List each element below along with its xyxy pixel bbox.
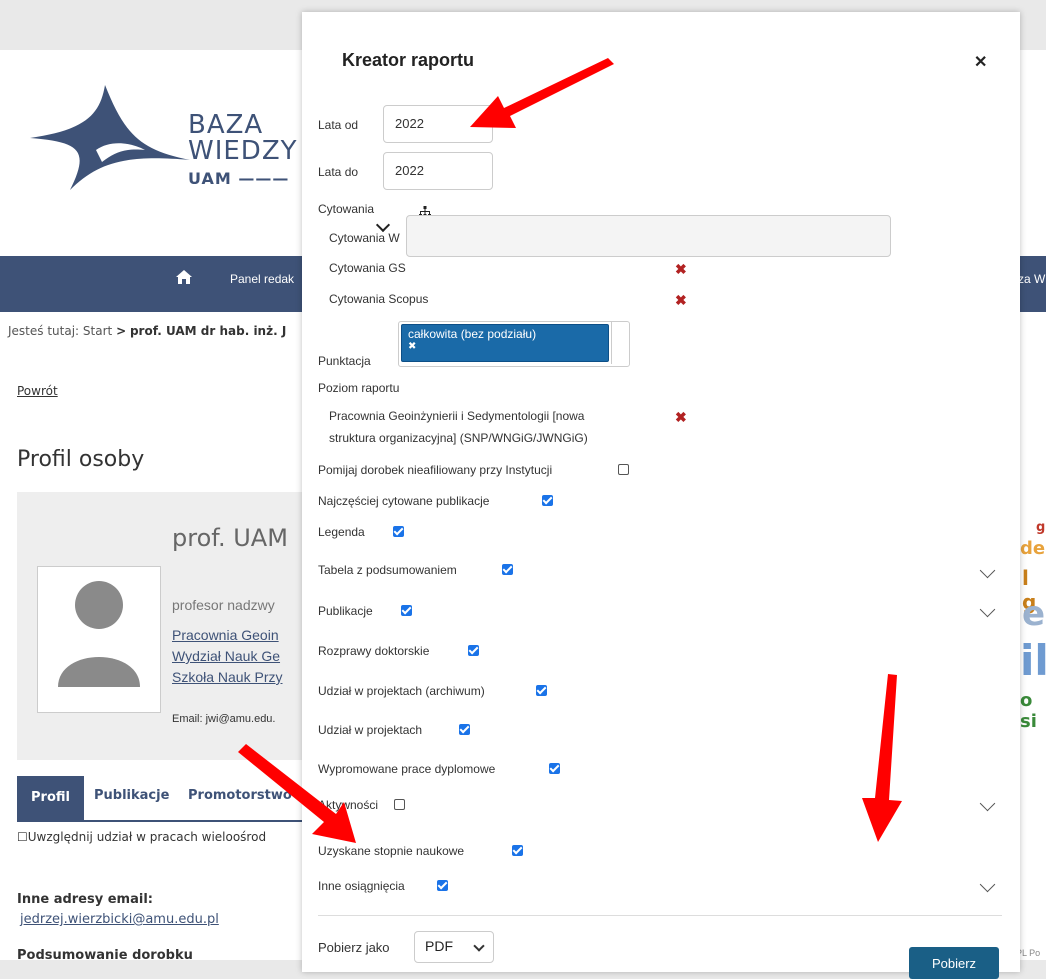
option-checkbox[interactable] — [536, 685, 547, 696]
years-from-input[interactable]: 2022 — [383, 105, 493, 143]
format-select[interactable]: PDF — [414, 931, 494, 963]
option-checkbox[interactable] — [401, 605, 412, 616]
word-cloud-item: g — [1036, 520, 1046, 535]
modal-footer-divider — [318, 915, 1002, 916]
page-title: Profil osoby — [17, 447, 145, 472]
remove-report-level-icon[interactable]: ✖ — [675, 409, 687, 426]
citations-label: Cytowania — [318, 202, 375, 216]
years-to-input[interactable]: 2022 — [383, 152, 493, 190]
logo-line3: UAM ——— — [188, 169, 290, 188]
home-icon[interactable] — [176, 270, 192, 289]
nav-panel-link[interactable]: Panel redak — [230, 272, 294, 286]
option-checkbox[interactable] — [393, 526, 404, 537]
option-checkbox[interactable] — [394, 799, 405, 810]
baza-wiedzy-logo — [30, 85, 190, 190]
chevron-down-icon[interactable] — [979, 562, 996, 579]
points-label: Punktacja — [318, 354, 371, 368]
citations-item-w: Cytowania W — [329, 231, 400, 245]
profile-unit-link-3[interactable]: Szkoła Nauk Przy — [172, 669, 282, 685]
profile-email[interactable]: Email: jwi@amu.edu. — [172, 713, 275, 725]
word-cloud-item: o si — [1020, 690, 1037, 732]
option-label: Udział w projektach (archiwum) — [318, 684, 485, 698]
report-creator-modal: Kreator raportu ✕ Lata od 2022 Lata do 2… — [302, 12, 1020, 979]
citations-search-input[interactable] — [406, 215, 891, 257]
modal-title: Kreator raportu — [342, 50, 475, 70]
option-label: Udział w projektach — [318, 723, 423, 737]
avatar — [37, 566, 161, 713]
word-cloud-item: dep — [1020, 538, 1046, 559]
option-checkbox[interactable] — [618, 464, 629, 475]
option-label: Publikacje — [318, 604, 373, 618]
tab-publikacje[interactable]: Publikacje — [94, 788, 169, 803]
chevron-down-icon[interactable] — [979, 601, 996, 618]
option-label: Aktywności — [318, 798, 379, 812]
tab-profil[interactable]: Profil — [17, 776, 84, 820]
option-checkbox[interactable] — [468, 645, 479, 656]
logo-text: BAZA WIEDZY UAM ——— — [188, 112, 298, 192]
remove-citations-gs-icon[interactable]: ✖ — [675, 261, 687, 278]
word-cloud-item: il — [1020, 636, 1046, 685]
option-checkbox[interactable] — [512, 845, 523, 856]
chevron-down-icon[interactable] — [979, 876, 996, 893]
nav-right-link[interactable]: za W — [1018, 272, 1045, 286]
points-select[interactable]: całkowita (bez podziału) ✖ — [398, 321, 630, 367]
option-checkbox[interactable] — [459, 724, 470, 735]
download-as-label: Pobierz jako — [318, 940, 390, 955]
option-checkbox[interactable] — [437, 880, 448, 891]
profile-tabs: Profil Publikacje Promotorstwo — [17, 776, 337, 822]
logo-line2: WIEDZY — [188, 136, 298, 166]
option-label: Najczęściej cytowane publikacje — [318, 494, 490, 508]
profile-position: profesor nadzwy — [172, 597, 275, 613]
tag-remove-icon[interactable]: ✖ — [408, 342, 602, 352]
option-label: Uzyskane stopnie naukowe — [318, 844, 465, 858]
profile-name: prof. UAM — [172, 524, 288, 552]
breadcrumb: Jesteś tutaj: Start > prof. UAM dr hab. … — [8, 324, 287, 338]
other-email-link[interactable]: jedrzej.wierzbicki@amu.edu.pl — [20, 912, 219, 927]
other-emails-label: Inne adresy email: — [17, 892, 153, 907]
chevron-down-icon[interactable] — [979, 795, 996, 812]
breadcrumb-start[interactable]: Start — [83, 324, 112, 338]
years-from-label: Lata od — [318, 118, 359, 132]
option-label: Legenda — [318, 525, 365, 539]
tab-promotorstwo[interactable]: Promotorstwo — [188, 788, 292, 803]
option-checkbox[interactable] — [549, 763, 560, 774]
profile-unit-link-1[interactable]: Pracownia Geoin — [172, 627, 279, 643]
word-cloud-item: e — [1022, 594, 1046, 634]
option-label: Pomijaj dorobek nieafiliowany przy Insty… — [318, 463, 553, 477]
summary-label: Podsumowanie dorobku — [17, 948, 193, 960]
citations-item-gs: Cytowania GS — [329, 261, 406, 275]
close-icon[interactable]: ✕ — [974, 52, 987, 72]
download-button[interactable]: Pobierz — [909, 947, 999, 979]
years-to-label: Lata do — [318, 165, 359, 179]
chevron-down-icon[interactable] — [375, 217, 391, 233]
report-level-line1: Pracownia Geoinżynierii i Sedymentologii… — [329, 409, 585, 423]
back-link[interactable]: Powrót — [17, 384, 58, 398]
points-tag: całkowita (bez podziału) ✖ — [401, 324, 609, 362]
profile-unit-link-2[interactable]: Wydział Nauk Ge — [172, 648, 280, 664]
chevron-down-icon — [473, 940, 485, 952]
option-label: Tabela z podsumowaniem — [318, 563, 457, 577]
option-label: Inne osiągnięcia — [318, 879, 405, 893]
option-label: Wypromowane prace dyplomowe — [318, 762, 496, 776]
option-label: Rozprawy doktorskie — [318, 644, 430, 658]
include-checkbox-label[interactable]: ☐Uwzględnij udział w pracach wieloośrod — [17, 830, 266, 844]
breadcrumb-person: prof. UAM dr hab. inż. J — [129, 324, 287, 338]
report-level-label: Poziom raportu — [318, 381, 400, 395]
citations-item-scopus: Cytowania Scopus — [329, 292, 429, 306]
option-checkbox[interactable] — [542, 495, 553, 506]
remove-citations-scopus-icon[interactable]: ✖ — [675, 292, 687, 309]
option-checkbox[interactable] — [502, 564, 513, 575]
report-level-line2: struktura organizacyjna] (SNP/WNGiG/JWNG… — [329, 431, 588, 445]
